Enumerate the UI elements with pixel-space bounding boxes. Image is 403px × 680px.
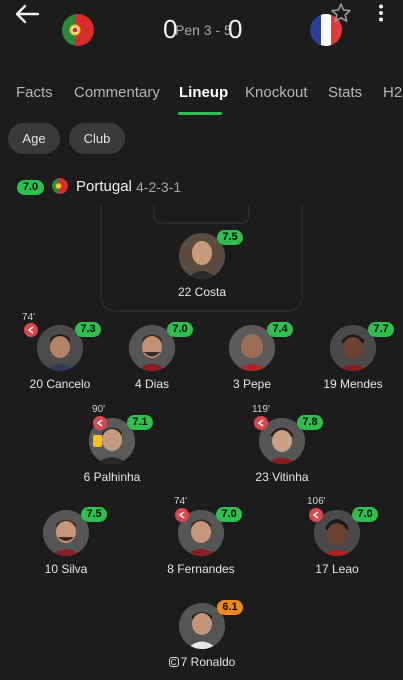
player-rating: 6.1 [217,600,243,615]
yellow-card-icon [93,435,102,447]
player-rating: 7.0 [352,507,378,522]
team-rating-badge: 7.0 [17,180,44,195]
substitution-minute: 74' [22,312,36,323]
player-rating: 7.0 [167,322,193,337]
substitution-minute: 119' [252,404,270,415]
captain-icon: C [168,657,179,667]
player-vitinha[interactable]: 119' 7.8 23 Vitinha [222,404,342,498]
tab-bar: Facts Commentary Lineup Knockout Stats H… [0,74,403,118]
tab-stats[interactable]: Stats [328,84,362,101]
player-rating: 7.5 [81,507,107,522]
tab-facts[interactable]: Facts [16,84,53,101]
substitution-minute: 90' [92,404,106,415]
player-mendes[interactable]: 7.7 19 Mendes [293,322,403,405]
player-name: 7 Ronaldo [180,655,236,669]
player-name: 17 Leao [315,562,359,576]
substitution-minute: 74' [174,496,188,507]
substitution-out-icon [24,323,38,337]
match-header: 0 Pen 3 - 5 0 [0,0,403,62]
player-name: 23 Vitinha [255,470,309,484]
away-score: 0 [228,14,243,44]
substitution-out-icon [175,508,189,522]
substitution-out-icon [309,508,323,522]
player-rating: 7.5 [217,230,243,245]
player-name: 10 Silva [44,562,88,576]
player-name: 6 Palhinha [83,470,141,484]
substitution-out-icon [254,416,268,430]
player-rating: 7.1 [127,415,153,430]
club-filter-button[interactable]: Club [69,123,125,154]
player-name: 19 Mendes [323,377,383,391]
tab-lineup[interactable]: Lineup [179,84,228,101]
player-fernandes[interactable]: 74' 7.0 8 Fernandes [141,496,261,590]
tab-commentary[interactable]: Commentary [74,84,160,101]
player-silva[interactable]: 7.5 10 Silva [6,507,126,590]
player-rating: 7.7 [368,322,394,337]
back-arrow-icon[interactable] [14,3,40,25]
portugal-flag-icon[interactable] [62,14,94,46]
age-filter-button[interactable]: Age [8,123,60,154]
player-ronaldo[interactable]: 6.1 C7 Ronaldo [142,600,262,680]
tab-knockout[interactable]: Knockout [245,84,308,101]
player-rating: 7.0 [216,507,242,522]
player-name-row: C7 Ronaldo [142,655,262,669]
substitution-minute: 106' [307,496,326,507]
player-palhinha[interactable]: 90' 7.1 6 Palhinha [52,404,172,498]
player-rating: 7.8 [297,415,323,430]
team-name: Portugal [76,178,132,195]
tab-h2h[interactable]: H2 [383,84,402,101]
player-name: 8 Fernandes [167,562,235,576]
substitution-out-icon [93,416,107,430]
player-leao[interactable]: 106' 7.0 17 Leao [277,496,397,590]
star-icon[interactable] [330,2,352,24]
portugal-flag-small-icon [52,178,68,194]
team-header: 7.0 Portugal 4-2-3-1 [0,172,403,202]
player-costa[interactable]: 7.5 22 Costa [142,230,262,313]
player-name: 22 Costa [177,285,227,299]
player-rating: 7.4 [267,322,293,337]
active-tab-indicator [178,112,222,115]
formation-label: 4-2-3-1 [136,179,182,195]
penalty-score: Pen 3 - 5 [175,22,232,38]
more-vertical-icon[interactable] [377,4,385,22]
